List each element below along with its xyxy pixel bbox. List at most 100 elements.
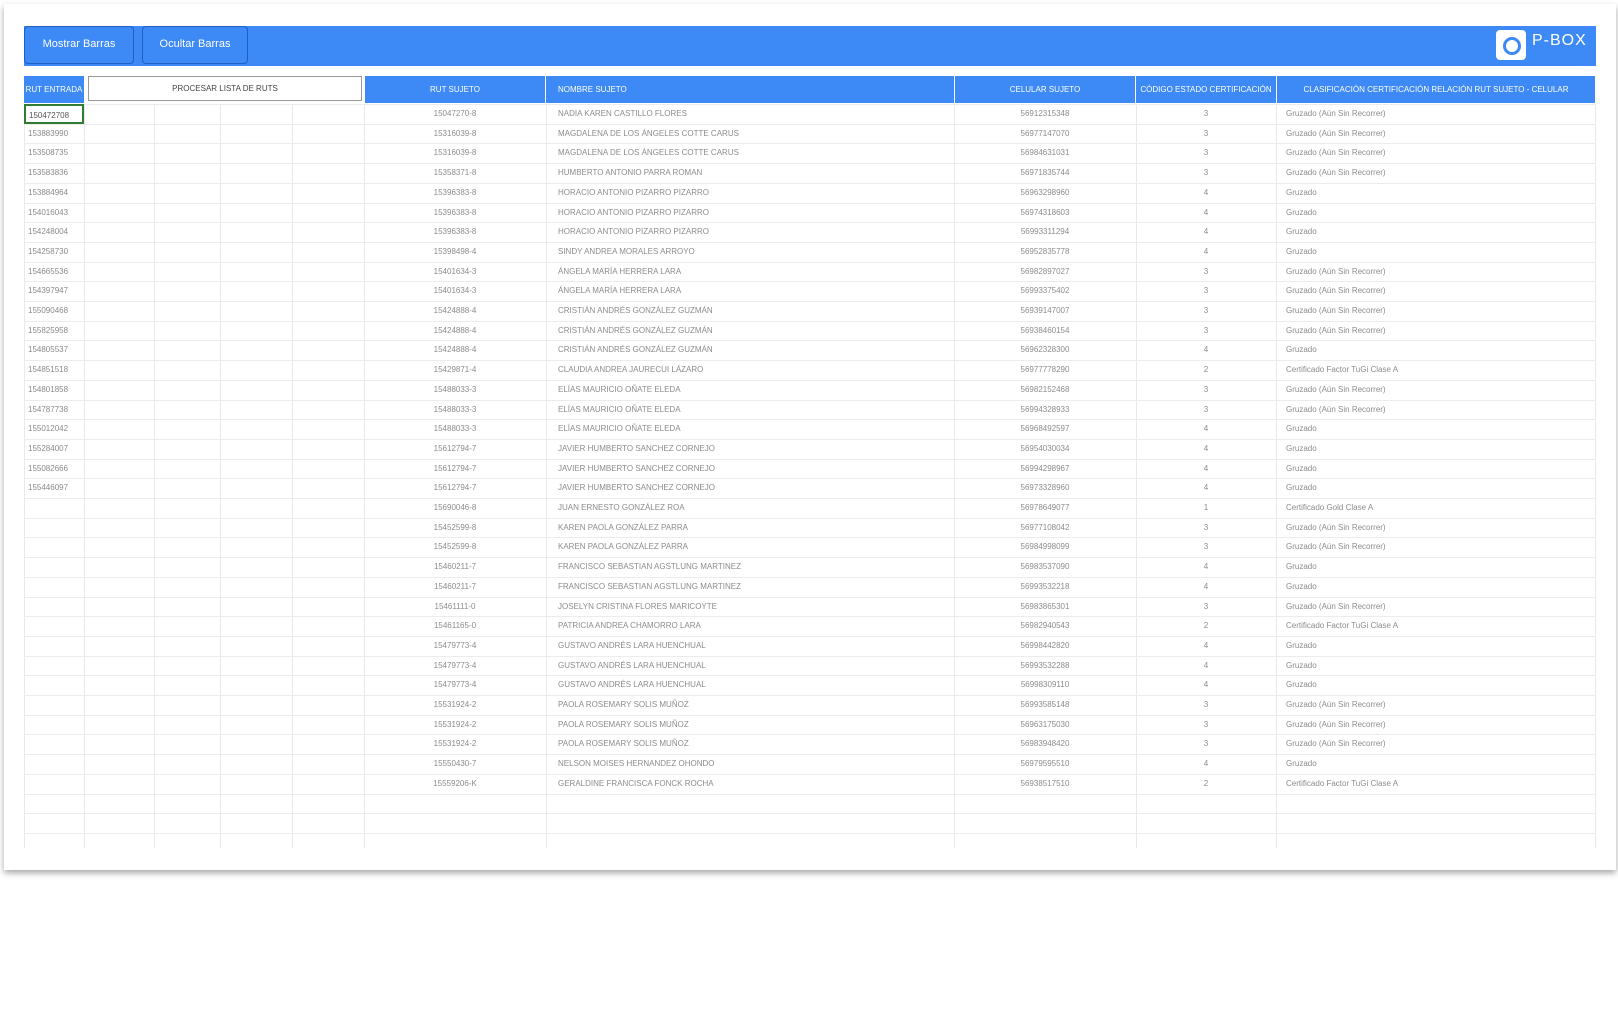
celular-sujeto-cell[interactable]: 56938517510	[955, 774, 1135, 794]
clasificacion-cell[interactable]: Gruzado (Aún Sin Recorrer)	[1286, 262, 1586, 282]
clasificacion-cell[interactable]: Gruzado	[1286, 577, 1586, 597]
clasificacion-cell[interactable]: Gruzado (Aún Sin Recorrer)	[1286, 597, 1586, 617]
rut-sujeto-cell[interactable]: 15690046-8	[365, 498, 545, 518]
celular-sujeto-cell[interactable]: 56993375402	[955, 281, 1135, 301]
clasificacion-cell[interactable]: Gruzado	[1286, 636, 1586, 656]
codigo-estado-cell[interactable]: 3	[1137, 104, 1275, 124]
celular-sujeto-cell[interactable]: 56978649077	[955, 498, 1135, 518]
celular-sujeto-cell[interactable]: 56998442820	[955, 636, 1135, 656]
nombre-sujeto-cell[interactable]: MAGDALENA DE LOS ÁNGELES COTTE CARUS	[558, 143, 948, 163]
codigo-estado-cell[interactable]: 3	[1137, 734, 1275, 754]
clasificacion-cell[interactable]: Gruzado (Aún Sin Recorrer)	[1286, 715, 1586, 735]
nombre-sujeto-cell[interactable]: JAVIER HUMBERTO SANCHEZ CORNEJO	[558, 459, 948, 479]
nombre-sujeto-cell[interactable]: CLAUDIA ANDREA JAURECUI LÁZARO	[558, 360, 948, 380]
codigo-estado-cell[interactable]: 4	[1137, 340, 1275, 360]
clasificacion-cell[interactable]: Gruzado (Aún Sin Recorrer)	[1286, 380, 1586, 400]
rut-entry-cell-selected[interactable]: 150472708	[24, 104, 84, 124]
codigo-estado-cell[interactable]: 3	[1137, 597, 1275, 617]
show-bars-button[interactable]: Mostrar Barras	[24, 26, 134, 64]
nombre-sujeto-cell[interactable]: ELÍAS MAURICIO OÑATE ELEDA	[558, 380, 948, 400]
rut-sujeto-cell[interactable]: 15396383-8	[365, 203, 545, 223]
celular-sujeto-cell[interactable]: 56993311294	[955, 222, 1135, 242]
celular-sujeto-cell[interactable]: 56983865301	[955, 597, 1135, 617]
clasificacion-cell[interactable]: Certificado Factor TuGi Clase A	[1286, 616, 1586, 636]
nombre-sujeto-cell[interactable]: PATRICIA ANDREA CHAMORRO LARA	[558, 616, 948, 636]
clasificacion-cell[interactable]: Gruzado	[1286, 419, 1586, 439]
rut-entry-cell[interactable]: 153583836	[28, 163, 84, 183]
codigo-estado-cell[interactable]: 4	[1137, 183, 1275, 203]
clasificacion-cell[interactable]: Gruzado	[1286, 675, 1586, 695]
rut-entry-cell[interactable]: 155090468	[28, 301, 84, 321]
rut-entry-cell[interactable]: 153884964	[28, 183, 84, 203]
clasificacion-cell[interactable]: Gruzado	[1286, 340, 1586, 360]
clasificacion-cell[interactable]: Gruzado (Aún Sin Recorrer)	[1286, 537, 1586, 557]
rut-entry-cell[interactable]: 154016043	[28, 203, 84, 223]
rut-sujeto-cell[interactable]: 15424888-4	[365, 321, 545, 341]
nombre-sujeto-cell[interactable]: SINDY ANDREA MORALES ARROYO	[558, 242, 948, 262]
celular-sujeto-cell[interactable]: 56998309110	[955, 675, 1135, 695]
rut-sujeto-cell[interactable]: 15424888-4	[365, 301, 545, 321]
rut-entry-cell[interactable]: 155284007	[28, 439, 84, 459]
nombre-sujeto-cell[interactable]: KAREN PAOLA GONZÁLEZ PARRA	[558, 518, 948, 538]
rut-sujeto-cell[interactable]: 15424888-4	[365, 340, 545, 360]
clasificacion-cell[interactable]: Gruzado (Aún Sin Recorrer)	[1286, 143, 1586, 163]
nombre-sujeto-cell[interactable]: JAVIER HUMBERTO SANCHEZ CORNEJO	[558, 439, 948, 459]
nombre-sujeto-cell[interactable]: HUMBERTO ANTONIO PARRA ROMAN	[558, 163, 948, 183]
celular-sujeto-cell[interactable]: 56938460154	[955, 321, 1135, 341]
codigo-estado-cell[interactable]: 3	[1137, 124, 1275, 144]
rut-entry-cell[interactable]: 154248004	[28, 222, 84, 242]
celular-sujeto-cell[interactable]: 56994328933	[955, 400, 1135, 420]
clasificacion-cell[interactable]: Certificado Factor TuGi Clase A	[1286, 360, 1586, 380]
codigo-estado-cell[interactable]: 2	[1137, 360, 1275, 380]
rut-sujeto-cell[interactable]: 15401634-3	[365, 262, 545, 282]
nombre-sujeto-cell[interactable]: GUSTAVO ANDRÉS LARA HUENCHUAL	[558, 656, 948, 676]
clasificacion-cell[interactable]: Gruzado	[1286, 754, 1586, 774]
celular-sujeto-cell[interactable]: 56973328960	[955, 478, 1135, 498]
codigo-estado-cell[interactable]: 4	[1137, 222, 1275, 242]
nombre-sujeto-cell[interactable]: FRANCISCO SEBASTIAN AGSTLUNG MARTINEZ	[558, 557, 948, 577]
codigo-estado-cell[interactable]: 4	[1137, 656, 1275, 676]
nombre-sujeto-cell[interactable]: ELÍAS MAURICIO OÑATE ELEDA	[558, 419, 948, 439]
codigo-estado-cell[interactable]: 1	[1137, 498, 1275, 518]
rut-sujeto-cell[interactable]: 15461111-0	[365, 597, 545, 617]
rut-sujeto-cell[interactable]: 15488033-3	[365, 400, 545, 420]
rut-entry-cell[interactable]: 155012042	[28, 419, 84, 439]
clasificacion-cell[interactable]: Certificado Gold Clase A	[1286, 498, 1586, 518]
clasificacion-cell[interactable]: Gruzado	[1286, 222, 1586, 242]
codigo-estado-cell[interactable]: 3	[1137, 518, 1275, 538]
rut-sujeto-cell[interactable]: 15612794-7	[365, 459, 545, 479]
rut-entry-cell[interactable]: 155446097	[28, 478, 84, 498]
clasificacion-cell[interactable]: Gruzado	[1286, 656, 1586, 676]
process-rut-list-button[interactable]: PROCESAR LISTA DE RUTS	[88, 76, 362, 101]
clasificacion-cell[interactable]: Gruzado (Aún Sin Recorrer)	[1286, 124, 1586, 144]
codigo-estado-cell[interactable]: 4	[1137, 459, 1275, 479]
nombre-sujeto-cell[interactable]: GUSTAVO ANDRÉS LARA HUENCHUAL	[558, 675, 948, 695]
celular-sujeto-cell[interactable]: 56952835778	[955, 242, 1135, 262]
rut-sujeto-cell[interactable]: 15550430-7	[365, 754, 545, 774]
celular-sujeto-cell[interactable]: 56983537090	[955, 557, 1135, 577]
celular-sujeto-cell[interactable]: 56962328300	[955, 340, 1135, 360]
rut-sujeto-cell[interactable]: 15460211-7	[365, 557, 545, 577]
nombre-sujeto-cell[interactable]: NADIA KAREN CASTILLO FLORES	[558, 104, 948, 124]
rut-sujeto-cell[interactable]: 15429871-4	[365, 360, 545, 380]
celular-sujeto-cell[interactable]: 56982152468	[955, 380, 1135, 400]
nombre-sujeto-cell[interactable]: GUSTAVO ANDRÉS LARA HUENCHUAL	[558, 636, 948, 656]
rut-entry-cell[interactable]: 154787738	[28, 400, 84, 420]
codigo-estado-cell[interactable]: 4	[1137, 675, 1275, 695]
nombre-sujeto-cell[interactable]: PAOLA ROSEMARY SOLIS MUÑOZ	[558, 734, 948, 754]
nombre-sujeto-cell[interactable]: JUAN ERNESTO GONZÁLEZ ROA	[558, 498, 948, 518]
rut-sujeto-cell[interactable]: 15612794-7	[365, 478, 545, 498]
nombre-sujeto-cell[interactable]: JOSELYN CRISTINA FLORES MARICOYTE	[558, 597, 948, 617]
celular-sujeto-cell[interactable]: 56977778290	[955, 360, 1135, 380]
nombre-sujeto-cell[interactable]: JAVIER HUMBERTO SANCHEZ CORNEJO	[558, 478, 948, 498]
celular-sujeto-cell[interactable]: 56968492597	[955, 419, 1135, 439]
codigo-estado-cell[interactable]: 3	[1137, 537, 1275, 557]
celular-sujeto-cell[interactable]: 56993532218	[955, 577, 1135, 597]
clasificacion-cell[interactable]: Gruzado (Aún Sin Recorrer)	[1286, 400, 1586, 420]
rut-entry-cell[interactable]: 154801858	[28, 380, 84, 400]
codigo-estado-cell[interactable]: 2	[1137, 616, 1275, 636]
nombre-sujeto-cell[interactable]: KAREN PAOLA GONZÁLEZ PARRA	[558, 537, 948, 557]
nombre-sujeto-cell[interactable]: NELSON MOISES HERNANDEZ OHONDO	[558, 754, 948, 774]
codigo-estado-cell[interactable]: 4	[1137, 203, 1275, 223]
rut-sujeto-cell[interactable]: 15479773-4	[365, 675, 545, 695]
